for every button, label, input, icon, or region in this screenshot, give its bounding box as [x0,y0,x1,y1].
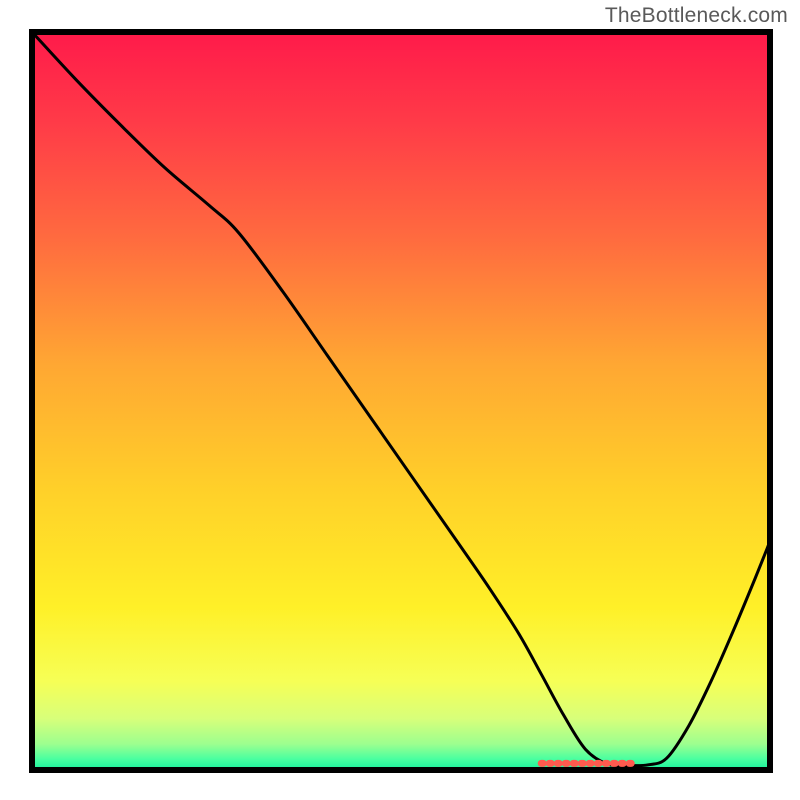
chart-container: TheBottleneck.com [0,0,800,800]
watermark-label: TheBottleneck.com [605,4,788,28]
chart-svg [0,0,800,800]
plot-background [32,32,770,770]
